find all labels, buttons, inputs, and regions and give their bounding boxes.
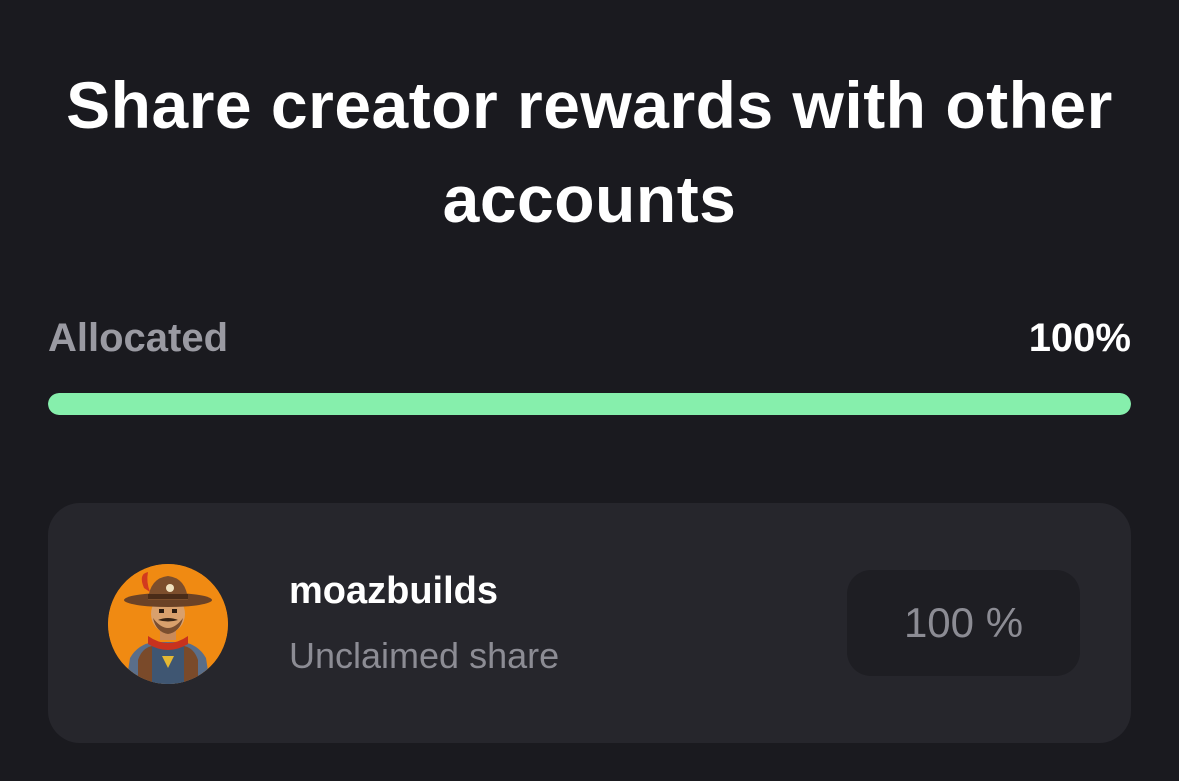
recipient-status: Unclaimed share xyxy=(289,635,560,676)
share-percent-input[interactable]: 100 % xyxy=(847,570,1080,676)
page-title: Share creator rewards with other account… xyxy=(66,68,1113,236)
avatar[interactable] xyxy=(108,564,228,684)
recipient-card[interactable]: moazbuilds Unclaimed share 100 % xyxy=(48,503,1131,743)
allocation-progress-fill xyxy=(48,393,1131,415)
allocated-value: 100% xyxy=(1028,316,1131,360)
recipient-username: moazbuilds xyxy=(289,570,499,612)
pixel-art-cowboy-avatar-icon xyxy=(108,564,228,684)
allocated-label: Allocated xyxy=(48,316,229,360)
allocation-progress-bar xyxy=(48,393,1131,415)
